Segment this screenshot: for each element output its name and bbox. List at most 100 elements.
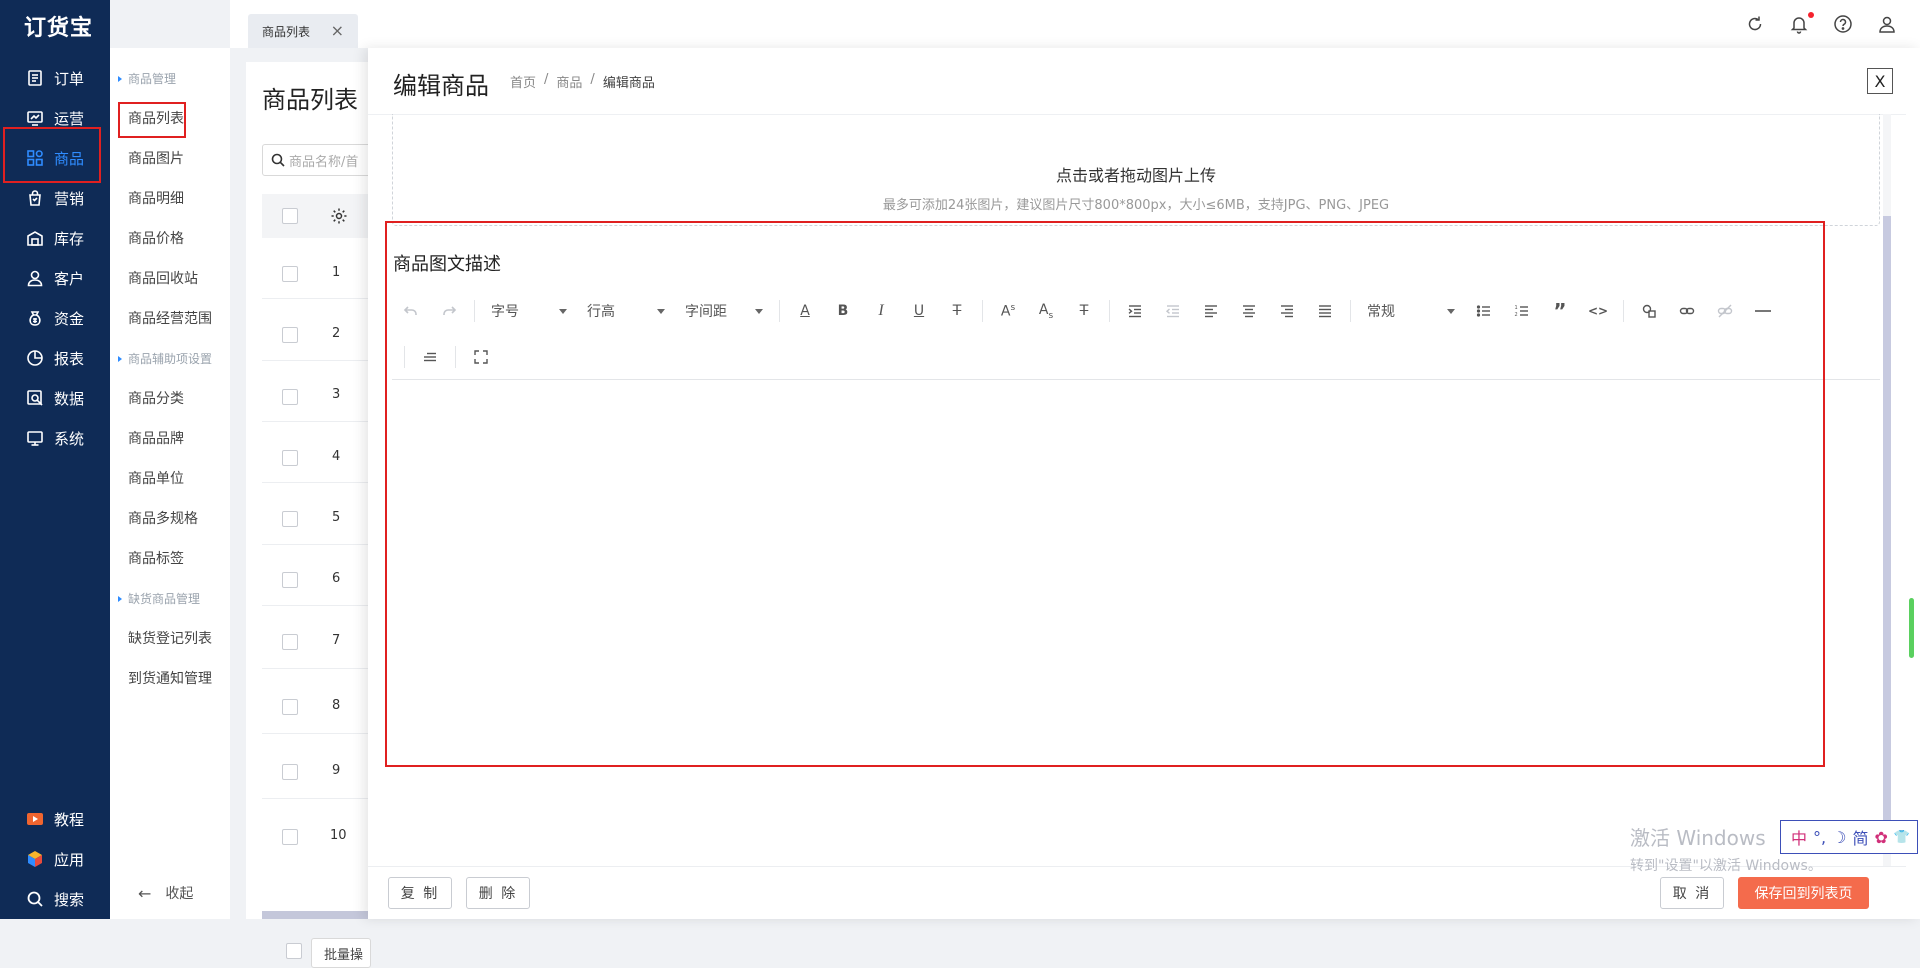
submenu-item-product-price[interactable]: 商品价格 <box>128 228 184 248</box>
submenu-item-product-images[interactable]: 商品图片 <box>128 148 184 168</box>
select-all-checkbox[interactable] <box>282 208 298 224</box>
breadcrumb-separator: / <box>590 72 595 87</box>
user-icon <box>27 270 43 287</box>
main-sidebar: 订货宝 订单 运营 商品 营销 库存 客户 资金 报表 数据 系统 教程 应用 … <box>0 0 110 919</box>
row-checkbox[interactable] <box>282 511 298 527</box>
tab-product-list[interactable]: 商品列表 × <box>248 14 358 48</box>
submenu-item-brand[interactable]: 商品品牌 <box>128 428 184 448</box>
drawer-scrollbar-thumb[interactable] <box>1883 216 1891 846</box>
row-checkbox[interactable] <box>282 634 298 650</box>
drawer-title: 编辑商品 <box>393 72 489 100</box>
row-index: 7 <box>332 633 341 648</box>
watermark-subtitle: 转到"设置"以激活 Windows。 <box>1630 858 1822 874</box>
submenu-item-category[interactable]: 商品分类 <box>128 388 184 408</box>
submenu-item-business-scope[interactable]: 商品经营范围 <box>128 308 212 328</box>
submenu-item-unit[interactable]: 商品单位 <box>128 468 184 488</box>
sidebar-item-search[interactable]: 搜索 <box>0 879 110 919</box>
skin-icon[interactable]: 👕 <box>1894 830 1910 845</box>
sidebar-item-tutorial[interactable]: 教程 <box>0 799 110 839</box>
account-icon[interactable] <box>1877 14 1897 34</box>
breadcrumb: 首页 / 商品 / 编辑商品 <box>510 72 655 91</box>
breadcrumb-home[interactable]: 首页 <box>510 72 536 91</box>
ime-simplified[interactable]: 简 <box>1852 825 1868 849</box>
sidebar-item-label: 搜索 <box>54 890 85 909</box>
highlight-box <box>385 221 1825 767</box>
submenu-item-arrival-notice[interactable]: 到货通知管理 <box>128 668 212 688</box>
sidebar-item-funds[interactable]: 资金 <box>0 298 110 338</box>
sidebar-item-label: 应用 <box>54 850 85 869</box>
sidebar-item-reports[interactable]: 报表 <box>0 338 110 378</box>
close-drawer-button[interactable]: X <box>1867 68 1893 94</box>
breadcrumb-separator: / <box>544 72 549 87</box>
row-checkbox[interactable] <box>282 266 298 282</box>
sidebar-item-label: 资金 <box>54 309 85 328</box>
ime-chinese-mode[interactable]: 中 <box>1791 825 1807 849</box>
batch-action-button[interactable]: 批量操 <box>311 938 371 968</box>
sidebar-item-marketing[interactable]: 营销 <box>0 178 110 218</box>
gear-icon[interactable] <box>330 207 348 225</box>
sidebar-item-label: 订单 <box>54 69 85 88</box>
sidebar-item-customers[interactable]: 客户 <box>0 258 110 298</box>
row-checkbox[interactable] <box>282 764 298 780</box>
row-index: 10 <box>330 828 347 843</box>
row-checkbox[interactable] <box>282 572 298 588</box>
row-checkbox[interactable] <box>282 699 298 715</box>
row-checkbox[interactable] <box>282 327 298 343</box>
sidebar-item-label: 系统 <box>54 429 85 448</box>
submenu-item-recycle-bin[interactable]: 商品回收站 <box>128 268 198 288</box>
highlight-box <box>3 127 101 183</box>
ime-toolbar[interactable]: 中 °, ☽ 简 ✿ 👕 <box>1780 820 1918 854</box>
footer-select-all-checkbox[interactable] <box>286 943 302 959</box>
row-index: 5 <box>332 510 341 525</box>
cancel-button[interactable]: 取 消 <box>1660 877 1724 909</box>
submenu-item-tags[interactable]: 商品标签 <box>128 548 184 568</box>
save-return-button[interactable]: 保存回到列表页 <box>1738 877 1869 909</box>
moon-icon[interactable]: ☽ <box>1832 828 1846 847</box>
collapse-button[interactable]: ← 收起 <box>138 883 193 903</box>
sidebar-item-data[interactable]: 数据 <box>0 378 110 418</box>
refresh-icon[interactable] <box>1745 14 1765 34</box>
search-icon <box>271 153 285 167</box>
row-index: 1 <box>332 265 341 280</box>
sidebar-item-label: 库存 <box>54 229 85 248</box>
submenu-item-multi-spec[interactable]: 商品多规格 <box>128 508 198 528</box>
sidebar-item-orders[interactable]: 订单 <box>0 58 110 98</box>
delete-button[interactable]: 删 除 <box>466 877 530 909</box>
row-checkbox[interactable] <box>282 829 298 845</box>
submenu-item-product-details[interactable]: 商品明细 <box>128 188 184 208</box>
stock-icon <box>27 231 43 246</box>
image-upload-area[interactable]: 点击或者拖动图片上传 最多可添加24张图片，建议图片尺寸800*800px，大小… <box>392 114 1880 226</box>
chart-board-icon <box>27 111 43 126</box>
cube-icon <box>28 851 42 867</box>
upload-requirements: 最多可添加24张图片，建议图片尺寸800*800px，大小≤6MB，支持JPG、… <box>882 198 1390 213</box>
search-icon <box>27 891 43 907</box>
row-checkbox[interactable] <box>282 450 298 466</box>
collapse-label: 收起 <box>165 886 194 902</box>
sidebar-item-inventory[interactable]: 库存 <box>0 218 110 258</box>
sidebar-item-apps[interactable]: 应用 <box>0 839 110 879</box>
notification-dot <box>1808 12 1814 18</box>
bell-icon[interactable] <box>1789 14 1809 34</box>
ime-punctuation[interactable]: °, <box>1813 828 1826 847</box>
row-index: 4 <box>332 449 341 464</box>
flower-settings-icon[interactable]: ✿ <box>1874 828 1887 847</box>
copy-button[interactable]: 复 制 <box>388 877 452 909</box>
submenu-item-shortage-list[interactable]: 缺货登记列表 <box>128 628 212 648</box>
monitor-icon <box>27 431 43 446</box>
video-icon <box>27 813 43 825</box>
sidebar-item-label: 运营 <box>54 109 85 128</box>
search-placeholder: 商品名称/首 <box>289 154 359 170</box>
tab-close-icon[interactable]: × <box>331 21 344 40</box>
order-icon <box>28 70 42 86</box>
data-icon <box>27 390 43 406</box>
help-icon[interactable] <box>1833 14 1853 34</box>
row-index: 8 <box>332 698 341 713</box>
row-checkbox[interactable] <box>282 389 298 405</box>
page-scrollbar-thumb[interactable] <box>1909 598 1914 658</box>
page-scrollbar-track <box>1906 48 1920 919</box>
sidebar-item-system[interactable]: 系统 <box>0 418 110 458</box>
sidebar-item-label: 营销 <box>54 189 85 208</box>
sidebar-item-label: 客户 <box>54 269 85 288</box>
breadcrumb-products[interactable]: 商品 <box>556 72 582 91</box>
app-logo: 订货宝 <box>24 16 94 41</box>
